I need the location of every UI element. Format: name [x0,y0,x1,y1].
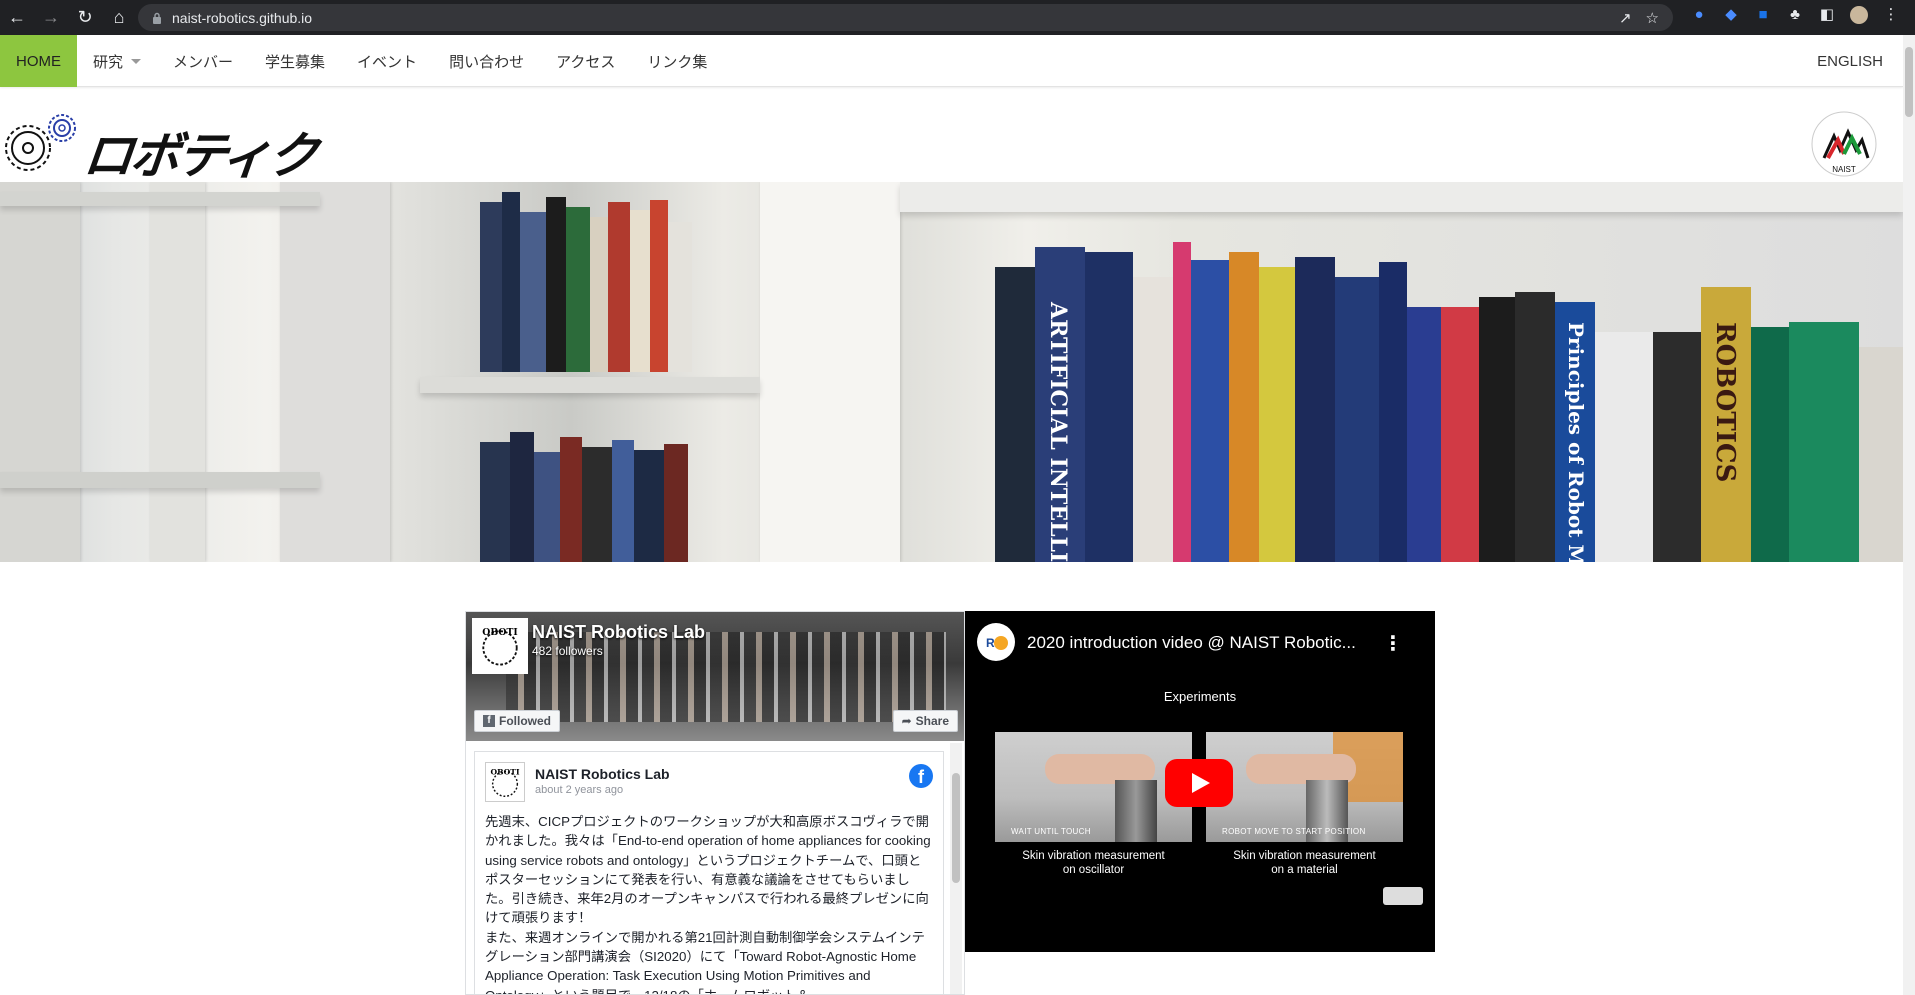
facebook-cover-photo[interactable]: OBOTI NAIST Robotics Lab 482 followers f… [466,612,964,741]
frame-caption-right: Skin vibration measurement on a material [1206,849,1403,877]
post-timestamp[interactable]: about 2 years ago [535,784,623,796]
more-options-icon[interactable]: ⋮ [1383,631,1403,656]
browser-toolbar: ← → ↻ ⌂ naist-robotics.github.io ↗ ☆ ● ◆… [0,0,1915,35]
bookmark-star-icon[interactable]: ☆ [1646,9,1659,27]
nav-item-research[interactable]: 研究 [77,35,157,87]
svg-text:OBOTI: OBOTI [482,627,517,638]
nav-item-access[interactable]: アクセス [540,35,631,87]
gear-icon [5,114,76,171]
svg-text:NAIST: NAIST [1832,165,1856,174]
nav-item-label: 学生募集 [265,53,326,71]
widget-scrollbar[interactable] [950,743,962,994]
frame-overlay-text: ROBOT MOVE TO START POSITION [1222,827,1366,836]
lock-icon [153,12,161,24]
nav-item-label: HOME [16,52,61,70]
site-logo[interactable]: ロボティクス [0,110,320,257]
play-button-icon[interactable] [1165,759,1233,807]
nav-item-label: アクセス [556,53,616,71]
profile-avatar[interactable] [1850,6,1868,24]
sidebar-icon[interactable]: ◧ [1818,6,1836,24]
facebook-f-icon: f [483,715,495,727]
nav-item-label: 研究 [93,53,124,71]
svg-text:R: R [986,636,995,650]
post-author[interactable]: NAIST Robotics Lab [535,766,670,782]
post-author-avatar[interactable]: OBOTI [485,762,525,802]
caption-line: on oscillator [1062,864,1125,876]
forward-icon[interactable]: → [34,0,68,35]
scrollbar-thumb[interactable] [1905,47,1913,117]
home-icon[interactable]: ⌂ [102,0,136,35]
nav-item-links[interactable]: リンク集 [631,35,723,87]
caption-line: Skin vibration measurement [1022,850,1165,862]
post-body: 先週末、CICPプロジェクトのワークショップが大和高原ボスコヴィラで開かれました… [485,814,931,994]
back-icon[interactable]: ← [0,0,34,35]
nav-item-label: イベント [357,53,418,71]
caption-line: on a material [1271,864,1338,876]
followed-button[interactable]: f Followed [474,710,560,732]
address-bar[interactable]: naist-robotics.github.io ↗ ☆ [138,4,1673,31]
url-text: naist-robotics.github.io [172,9,313,26]
naist-logo[interactable]: NAIST [1810,110,1878,178]
frame-overlay-text: WAIT UNTIL TOUCH [1011,827,1091,836]
nav-item-label: メンバー [173,53,234,71]
nav-item-contact[interactable]: 問い合わせ [433,35,540,87]
share-button[interactable]: ➦ Share [892,710,958,732]
frame-caption-left: Skin vibration measurement on oscillator [995,849,1192,877]
site-navbar: HOME 研究 メンバー 学生募集 イベント 問い合わせ アクセス リンク集 E… [0,35,1903,87]
nav-item-home[interactable]: HOME [0,35,77,87]
extension-icon[interactable]: ■ [1754,6,1772,24]
share-label: Share [915,714,949,728]
channel-avatar[interactable]: R [977,623,1015,661]
channel-watermark[interactable] [1383,887,1423,905]
video-section-heading: Experiments [1163,689,1237,704]
language-switch[interactable]: ENGLISH [1817,35,1883,87]
extension-icon[interactable]: ◆ [1722,6,1740,24]
page-name[interactable]: NAIST Robotics Lab [532,622,705,643]
puzzle-icon[interactable]: ♣ [1786,6,1804,24]
facebook-post: OBOTI NAIST Robotics Lab about 2 years a… [474,751,944,994]
nav-item-events[interactable]: イベント [341,35,433,87]
chevron-down-icon [131,58,142,64]
page-avatar[interactable]: OBOTI [472,618,528,674]
hero-banner-bookshelf: ARTIFICIAL INTELLIGENCE Principles of Ro… [0,182,1903,562]
followers-count: 482 followers [532,644,603,658]
nav-item-label: 問い合わせ [449,53,525,71]
nav-item-label: リンク集 [647,53,708,71]
youtube-embed[interactable]: R 2020 introduction video @ NAIST Roboti… [965,611,1435,952]
reload-icon[interactable]: ↻ [68,0,102,35]
scrollbar-thumb[interactable] [952,773,960,883]
facebook-logo-icon[interactable]: f [909,764,933,788]
extension-icon[interactable]: ● [1690,6,1708,24]
svg-text:OBOTI: OBOTI [491,767,520,776]
menu-dots-icon[interactable]: ⋮ [1882,6,1900,24]
video-frame-right: ROBOT MOVE TO START POSITION [1206,732,1403,842]
facebook-page-widget: OBOTI NAIST Robotics Lab 482 followers f… [465,611,965,995]
followed-label: Followed [499,714,551,728]
video-frame-left: WAIT UNTIL TOUCH [995,732,1192,842]
page-scrollbar[interactable] [1903,35,1915,995]
nav-item-recruit[interactable]: 学生募集 [249,35,341,87]
share-icon[interactable]: ↗ [1619,9,1632,27]
share-arrow-icon: ➦ [901,714,912,728]
caption-line: Skin vibration measurement [1233,850,1376,862]
nav-item-members[interactable]: メンバー [157,35,249,87]
video-title[interactable]: 2020 introduction video @ NAIST Robotic.… [1027,633,1356,653]
